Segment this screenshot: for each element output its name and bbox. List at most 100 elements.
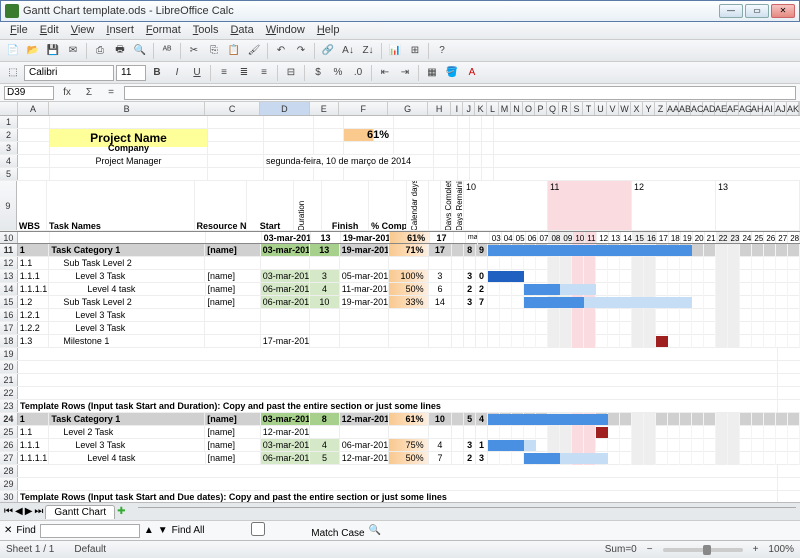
formatting-toolbar: ⬚ Calibri 11 B I U ≡ ≣ ≡ ⊟ $ % .0 ⇤ ⇥ ▦ … [0,62,800,84]
find-all-button[interactable]: Find All [172,525,205,536]
equals-icon[interactable]: = [102,84,120,102]
row-header[interactable]: 1 [0,116,18,128]
print-icon[interactable]: 🖶 [111,42,129,60]
tab-next-icon[interactable]: ▶ [25,506,33,517]
find-input[interactable] [40,524,140,538]
align-center-icon[interactable]: ≣ [235,64,253,82]
row-header[interactable]: 22 [0,387,18,399]
standard-toolbar: 📄 📂 💾 ✉ ⎙ 🖶 🔍 ᴬᴮ ✂ ⎘ 📋 🖌 ↶ ↷ 🔗 A↓ Z↓ 📊 ⊞… [0,40,800,62]
menu-edit[interactable]: Edit [34,22,65,39]
find-toolbar: ✕ Find ▲ ▼ Find All Match Case 🔍 [0,520,800,540]
bold-icon[interactable]: B [148,64,166,82]
menu-tools[interactable]: Tools [187,22,225,39]
find-next-icon[interactable]: ▼ [158,525,168,536]
cut-icon[interactable]: ✂ [185,42,203,60]
column-headers[interactable]: ABC D EFG HIJK LMNOPQRSTUVWXYZAAABACADAE… [0,102,800,116]
window-titlebar: Gantt Chart template.ods - LibreOffice C… [0,0,800,22]
spreadsheet-grid[interactable]: ABC D EFG HIJK LMNOPQRSTUVWXYZAAABACADAE… [0,102,800,502]
hyperlink-icon[interactable]: 🔗 [319,42,337,60]
font-size-combo[interactable]: 11 [116,65,146,81]
menu-view[interactable]: View [65,22,101,39]
window-title: Gantt Chart template.ods - LibreOffice C… [23,5,719,17]
sheet-indicator: Sheet 1 / 1 [6,544,54,555]
help-icon[interactable]: ? [433,42,451,60]
preview-icon[interactable]: 🔍 [131,42,149,60]
italic-icon[interactable]: I [168,64,186,82]
maximize-button[interactable]: ▭ [745,4,769,18]
font-name-combo[interactable]: Calibri [24,65,114,81]
menu-format[interactable]: Format [140,22,187,39]
percent-icon[interactable]: % [329,64,347,82]
function-wizard-icon[interactable]: fx [58,84,76,102]
redo-icon[interactable]: ↷ [292,42,310,60]
find-prev-icon[interactable]: ▲ [144,525,154,536]
horizontal-scrollbar[interactable] [138,507,797,517]
minimize-button[interactable]: — [719,4,743,18]
row-header[interactable]: 3 [0,142,18,154]
add-sheet-icon[interactable]: ✚ [117,506,125,517]
row-header[interactable]: 5 [0,168,18,180]
decrease-indent-icon[interactable]: ⇤ [376,64,394,82]
find-options-icon[interactable]: 🔍 [369,525,381,536]
sheet-tab[interactable]: Gantt Chart [45,505,115,519]
zoom-in-icon[interactable]: + [753,544,759,555]
menu-bar: FileEditViewInsertFormatToolsDataWindowH… [0,22,800,40]
app-icon [5,4,19,18]
menu-insert[interactable]: Insert [100,22,140,39]
underline-icon[interactable]: U [188,64,206,82]
row-header[interactable]: 29 [0,478,18,490]
bgcolor-icon[interactable]: 🪣 [443,64,461,82]
row-header[interactable]: 28 [0,465,18,477]
find-label: Find [16,525,35,536]
zoom-slider[interactable] [663,548,743,552]
email-icon[interactable]: ✉ [64,42,82,60]
menu-help[interactable]: Help [311,22,346,39]
format-paint-icon[interactable]: 🖌 [245,42,263,60]
row-header[interactable]: 21 [0,374,18,386]
row-header[interactable]: 19 [0,348,18,360]
menu-window[interactable]: Window [260,22,311,39]
match-case-checkbox[interactable]: Match Case [208,522,364,539]
currency-icon[interactable]: $ [309,64,327,82]
styles-icon[interactable]: ⬚ [4,64,22,82]
navigator-icon[interactable]: ⊞ [406,42,424,60]
row-header[interactable]: 23 [0,400,18,412]
row-header[interactable]: 4 [0,155,18,167]
save-icon[interactable]: 💾 [44,42,62,60]
formula-bar: D39 fx Σ = [0,84,800,102]
close-button[interactable]: ✕ [771,4,795,18]
increase-indent-icon[interactable]: ⇥ [396,64,414,82]
tab-last-icon[interactable]: ⏭ [34,506,43,517]
spellcheck-icon[interactable]: ᴬᴮ [158,42,176,60]
name-box[interactable]: D39 [4,86,54,100]
merge-cells-icon[interactable]: ⊟ [282,64,300,82]
row-header[interactable]: 20 [0,361,18,373]
borders-icon[interactable]: ▦ [423,64,441,82]
undo-icon[interactable]: ↶ [272,42,290,60]
fontcolor-icon[interactable]: A [463,64,481,82]
sum-icon[interactable]: Σ [80,84,98,102]
sum-indicator: Sum=0 [605,544,637,555]
tab-first-icon[interactable]: ⏮ [4,506,13,517]
paste-icon[interactable]: 📋 [225,42,243,60]
sort-asc-icon[interactable]: A↓ [339,42,357,60]
copy-icon[interactable]: ⎘ [205,42,223,60]
status-bar: Sheet 1 / 1 Default Sum=0 − + 100% [0,540,800,558]
zoom-out-icon[interactable]: − [647,544,653,555]
chart-icon[interactable]: 📊 [386,42,404,60]
align-right-icon[interactable]: ≡ [255,64,273,82]
menu-file[interactable]: File [4,22,34,39]
formula-input[interactable] [124,86,796,100]
number-icon[interactable]: .0 [349,64,367,82]
pdf-icon[interactable]: ⎙ [91,42,109,60]
menu-data[interactable]: Data [224,22,259,39]
row-header[interactable]: 30 [0,491,18,502]
open-icon[interactable]: 📂 [24,42,42,60]
align-left-icon[interactable]: ≡ [215,64,233,82]
row-header[interactable]: 2 [0,129,18,141]
close-find-icon[interactable]: ✕ [4,525,12,536]
tab-prev-icon[interactable]: ◀ [15,506,23,517]
new-icon[interactable]: 📄 [4,42,22,60]
sort-desc-icon[interactable]: Z↓ [359,42,377,60]
zoom-level[interactable]: 100% [768,544,794,555]
